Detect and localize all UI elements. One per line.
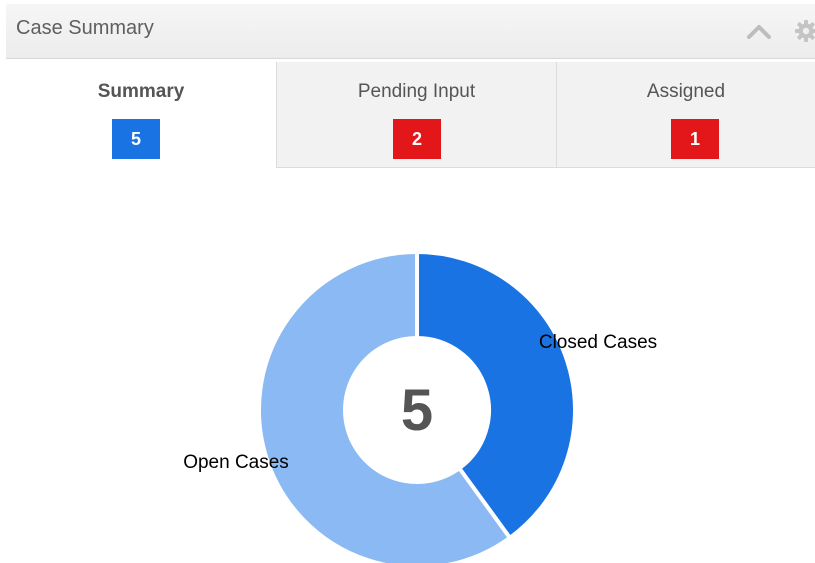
tab-bar: Summary 5 Pending Input 2 Assigned 1 [6,62,815,170]
tab-pending-input-count-badge: 2 [393,119,441,159]
slice-label-open-cases: Open Cases [183,452,289,473]
tab-assigned[interactable]: Assigned 1 [556,62,815,168]
tab-assigned-count-badge: 1 [671,119,719,159]
slice-label-closed-cases: Closed Cases [539,332,657,353]
donut-chart-svg: Closed Cases Open Cases 5 [183,249,657,563]
chevron-up-icon[interactable] [744,21,774,43]
case-summary-widget: Case Summary Summary 5 Pending Input 2 A… [0,0,815,563]
widget-header: Case Summary [6,4,815,59]
tab-assigned-label: Assigned [646,81,726,102]
case-donut-chart: Closed Cases Open Cases 5 [0,170,815,563]
tab-summary[interactable]: Summary 5 [6,62,276,168]
tab-summary-label: Summary [97,81,185,102]
widget-title: Case Summary [16,17,154,39]
tab-summary-count-badge: 5 [112,119,160,159]
tab-pending-input[interactable]: Pending Input 2 [276,62,556,168]
donut-center-total: 5 [401,378,433,443]
gear-icon[interactable] [794,19,815,43]
tab-pending-input-label: Pending Input [357,81,476,102]
